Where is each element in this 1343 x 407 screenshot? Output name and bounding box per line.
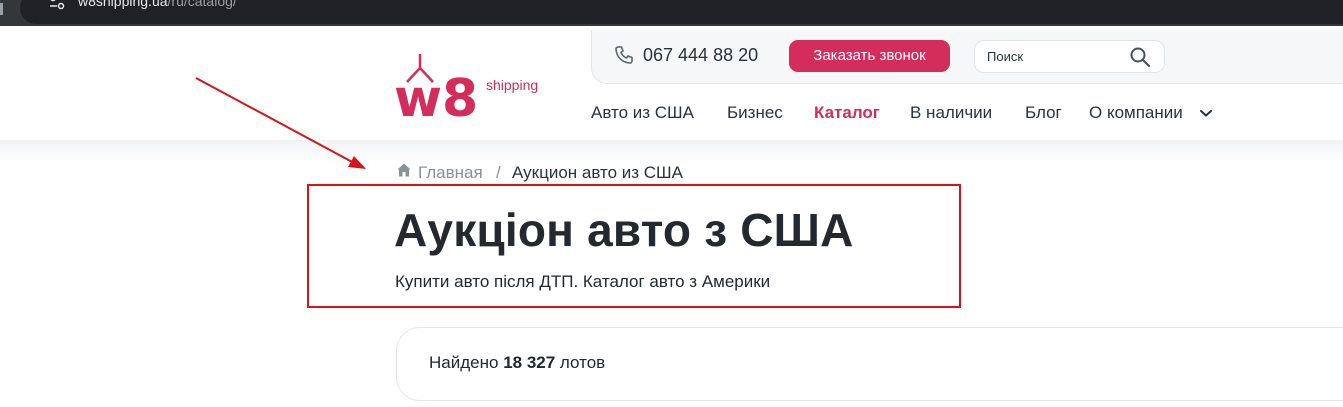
search-input[interactable] (987, 47, 1117, 65)
annotation-arrow-icon (195, 77, 366, 169)
nav-about[interactable]: О компании (1089, 103, 1183, 123)
results-summary: Найдено 18 327 лотов (429, 353, 605, 373)
nav-in-stock[interactable]: В наличии (910, 103, 992, 123)
site-settings-icon[interactable] (48, 0, 66, 10)
address-bar[interactable]: w8shipping.ua/ru/catalog/ (20, 0, 1343, 24)
logo-tagline: shipping (486, 77, 539, 93)
nav-catalog[interactable]: Каталог (814, 103, 880, 123)
chevron-down-icon[interactable] (1198, 107, 1214, 119)
back-button-fragment[interactable] (0, 3, 3, 15)
browser-toolbar: w8shipping.ua/ru/catalog/ (0, 0, 1343, 26)
phone-number[interactable]: 067 444 88 20 (643, 45, 758, 66)
results-prefix: Найдено (429, 353, 499, 372)
breadcrumb-separator: / (496, 163, 501, 182)
home-icon[interactable] (396, 162, 412, 178)
nav-blog[interactable]: Блог (1025, 103, 1062, 123)
results-suffix: лотов (559, 353, 606, 372)
annotation-highlight-box (307, 184, 961, 308)
breadcrumb-home[interactable]: Главная (418, 163, 483, 183)
phone-icon[interactable] (614, 45, 634, 65)
nav-auto-usa[interactable]: Авто из США (591, 103, 694, 123)
svg-text:w8: w8 (394, 69, 478, 122)
search-icon[interactable] (1129, 46, 1151, 68)
url-host: w8shipping.ua (78, 0, 168, 9)
url-path: /ru/catalog/ (167, 0, 237, 9)
nav-business[interactable]: Бизнес (727, 103, 783, 123)
search-box[interactable] (974, 40, 1165, 73)
url-text[interactable]: w8shipping.ua/ru/catalog/ (78, 0, 237, 9)
breadcrumb-current: Аукцион авто из США (512, 163, 683, 182)
results-count: 18 327 (503, 353, 556, 372)
request-call-button[interactable]: Заказать звонок (789, 40, 950, 72)
